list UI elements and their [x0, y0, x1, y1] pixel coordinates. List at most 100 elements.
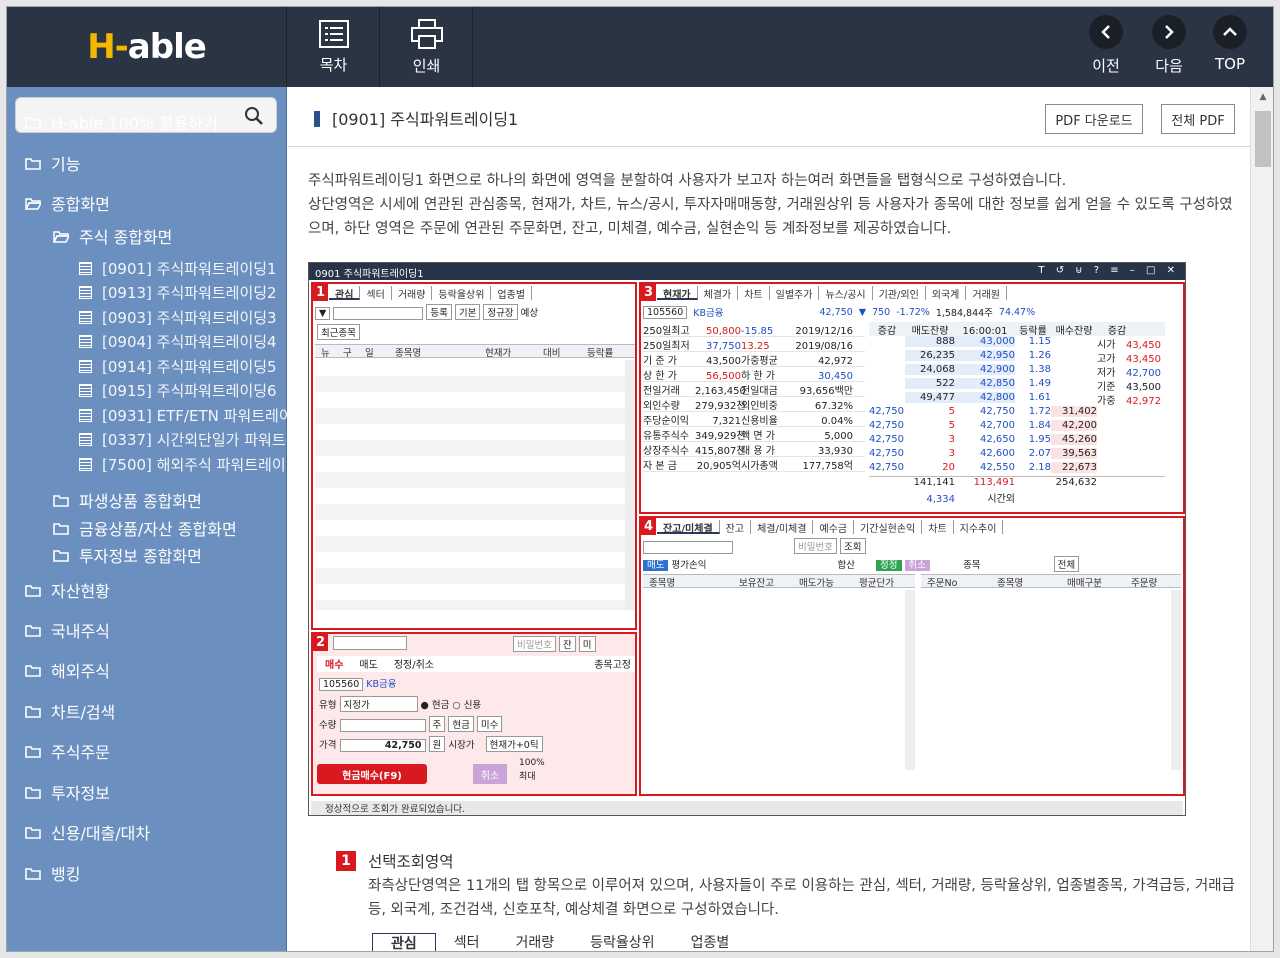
- tab[interactable]: 섹터: [436, 933, 498, 951]
- column-header[interactable]: 대비: [537, 345, 581, 359]
- order-password[interactable]: 비밀번호: [513, 636, 556, 652]
- order-cancel-button[interactable]: 취소: [473, 764, 507, 784]
- sidebar-folder-item[interactable]: H-able 100% 활용하기: [25, 110, 218, 134]
- scrollbar[interactable]: ▲: [1250, 87, 1273, 951]
- jan-button[interactable]: 잔: [559, 636, 576, 652]
- sidebar-folder-item[interactable]: 차트/검색: [25, 699, 115, 723]
- search-icon[interactable]: [244, 106, 264, 126]
- sidebar-folder-item[interactable]: 국내주식: [25, 618, 110, 642]
- market-select[interactable]: 정규장: [483, 304, 518, 320]
- bid-row[interactable]: 42,750 3 42,600 2.07 39,563: [869, 448, 1165, 462]
- buy-tab[interactable]: 매수: [317, 656, 351, 672]
- column-header[interactable]: 주문량: [1125, 575, 1181, 589]
- column-header[interactable]: 평균단가: [853, 575, 913, 589]
- account-select[interactable]: [333, 636, 407, 650]
- region-1-scrollbar[interactable]: [625, 360, 635, 610]
- column-header[interactable]: 매매구분: [1061, 575, 1125, 589]
- column-header[interactable]: 주문No: [921, 575, 991, 589]
- tab[interactable]: 차트: [922, 520, 954, 535]
- sidebar-doc-item[interactable]: [0913] 주식파워트레이딩2: [79, 282, 277, 303]
- scroll-up-icon[interactable]: ▲: [1251, 87, 1273, 107]
- sell-tab[interactable]: 매도: [351, 656, 385, 672]
- expected-checkbox[interactable]: 예상: [521, 308, 538, 319]
- mi-button[interactable]: 미: [578, 636, 596, 652]
- balance-scrollbar[interactable]: [905, 590, 915, 770]
- tab[interactable]: 예수금: [813, 520, 855, 535]
- prev-button[interactable]: 이전: [1080, 15, 1132, 81]
- sell-all-button[interactable]: 매도: [643, 560, 669, 571]
- basic-select[interactable]: 기본: [454, 304, 481, 320]
- cancel-button[interactable]: 취소: [904, 560, 931, 571]
- pdf-download-button[interactable]: PDF 다운로드: [1045, 104, 1143, 134]
- sidebar-doc-item[interactable]: [0931] ETF/ETN 파워트레이딩: [79, 405, 306, 426]
- order-type-select[interactable]: 지정가: [339, 696, 418, 712]
- sidebar-folder-item[interactable]: 금융상품/자산 종합화면: [53, 516, 237, 540]
- tab[interactable]: 관심: [372, 933, 436, 951]
- modify-button[interactable]: 정정: [876, 560, 902, 571]
- column-header[interactable]: 구: [337, 345, 359, 359]
- sidebar-folder-item[interactable]: 투자정보: [25, 780, 110, 804]
- register-button[interactable]: 등록: [426, 304, 452, 320]
- bid-row[interactable]: 42,750 20 42,550 2.18 22,673: [869, 462, 1165, 476]
- next-button[interactable]: 다음: [1143, 15, 1195, 81]
- tab[interactable]: 거래원: [966, 286, 1007, 301]
- sidebar-folder-item[interactable]: 주식주문: [25, 739, 110, 763]
- column-header[interactable]: 등락률: [581, 345, 629, 359]
- tab[interactable]: 차트: [738, 286, 770, 301]
- tab[interactable]: 거래량: [498, 933, 573, 951]
- sidebar-doc-item[interactable]: [0903] 주식파워트레이딩3: [79, 307, 277, 328]
- sidebar-folder-item[interactable]: 투자정보 종합화면: [53, 543, 202, 567]
- sidebar-folder-item[interactable]: 파생상품 종합화면: [53, 488, 202, 512]
- top-button[interactable]: TOP: [1204, 15, 1256, 81]
- sidebar-doc-item[interactable]: [7500] 해외주식 파워트레이딩: [79, 454, 299, 475]
- cash-buy-button[interactable]: 현금매수(F9): [317, 764, 427, 784]
- column-header[interactable]: 종목명: [991, 575, 1061, 589]
- sidebar-doc-item[interactable]: [0904] 주식파워트레이딩4: [79, 331, 277, 352]
- bid-row[interactable]: 42,750 3 42,650 1.95 45,260: [869, 434, 1165, 448]
- tab[interactable]: 체결/미체결: [751, 520, 814, 535]
- order-price-input[interactable]: 42,750: [339, 739, 426, 752]
- tab[interactable]: 현재가: [657, 286, 698, 301]
- column-header[interactable]: 일: [359, 345, 389, 359]
- print-button[interactable]: 인쇄: [381, 7, 473, 87]
- column-header[interactable]: 매도가능: [793, 575, 853, 589]
- sidebar-folder-item[interactable]: 주식 종합화면: [53, 224, 172, 248]
- logo[interactable]: H-able: [7, 7, 287, 87]
- tab[interactable]: 기간실현손익: [854, 520, 923, 535]
- column-header[interactable]: 종목명: [643, 575, 733, 589]
- column-header[interactable]: 현재가: [479, 345, 537, 359]
- tab[interactable]: 지수추이: [954, 520, 1004, 535]
- sidebar-folder-item[interactable]: 자산현황: [25, 578, 110, 602]
- tab[interactable]: 관심: [329, 286, 361, 301]
- tab[interactable]: 섹터: [360, 286, 392, 301]
- tab[interactable]: 잔고/미체결: [657, 520, 720, 535]
- quote-stock-code[interactable]: 105560: [643, 305, 688, 319]
- sidebar-folder-item[interactable]: 해외주식: [25, 658, 110, 682]
- scroll-thumb[interactable]: [1255, 111, 1271, 167]
- column-header[interactable]: 뉴: [315, 345, 337, 359]
- modify-tab[interactable]: 정정/취소: [386, 656, 442, 672]
- tab[interactable]: 외국계: [926, 286, 967, 301]
- sidebar-doc-item[interactable]: [0901] 주식파워트레이딩1: [79, 258, 277, 279]
- recent-stocks-button[interactable]: 최근종목: [317, 324, 360, 340]
- order-qty-input[interactable]: [339, 719, 426, 732]
- order-stock-code[interactable]: 105560: [319, 678, 364, 691]
- bid-row[interactable]: 42,750 5 42,700 1.84 42,200: [869, 420, 1165, 434]
- unfilled-scrollbar[interactable]: [1171, 590, 1181, 770]
- column-header[interactable]: 종목명: [389, 345, 479, 359]
- tab[interactable]: 체결가: [698, 286, 739, 301]
- tab[interactable]: 업종별: [491, 286, 533, 301]
- sidebar-folder-item[interactable]: 기능: [25, 151, 80, 175]
- tick-select[interactable]: 현재가+0틱: [485, 736, 543, 752]
- bid-row[interactable]: 42,750 5 42,750 1.72 31,402: [869, 406, 1165, 420]
- tab[interactable]: 등락율상위: [432, 286, 492, 301]
- tab[interactable]: 거래량: [392, 286, 433, 301]
- sidebar-folder-item[interactable]: 종합화면: [25, 191, 110, 215]
- sidebar-folder-item[interactable]: 뱅킹: [25, 861, 80, 885]
- column-header[interactable]: 보유잔고: [733, 575, 793, 589]
- tab[interactable]: 잔고: [720, 520, 752, 535]
- sidebar-doc-item[interactable]: [0915] 주식파워트레이딩6: [79, 380, 277, 401]
- tab[interactable]: 기관/외인: [873, 286, 926, 301]
- sidebar-doc-item[interactable]: [0914] 주식파워트레이딩5: [79, 356, 277, 377]
- full-pdf-button[interactable]: 전체 PDF: [1161, 104, 1235, 134]
